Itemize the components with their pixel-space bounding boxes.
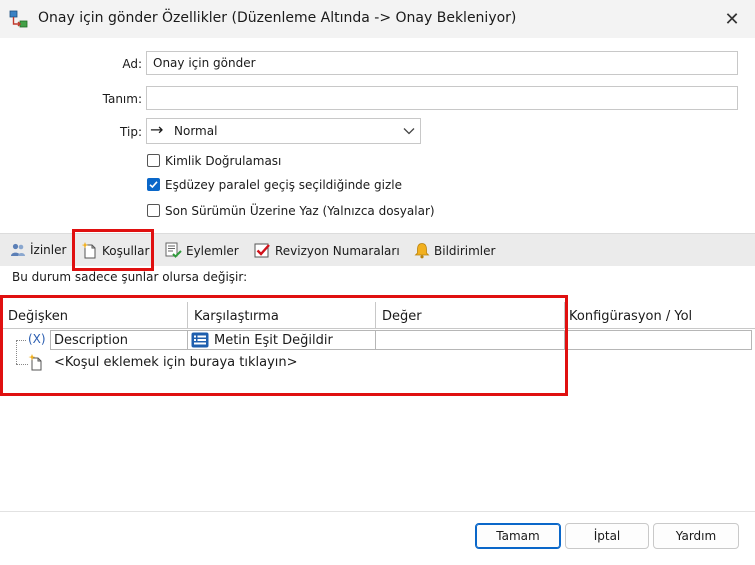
authentication-checkbox[interactable] [147,154,160,167]
ok-button[interactable]: Tamam [475,523,561,549]
name-value: Onay için gönder [153,56,256,70]
hide-parallel-checkbox[interactable] [147,178,160,191]
type-select[interactable]: → Normal [146,118,421,144]
tab-notifications-label: Bildirimler [434,243,496,258]
tab-permissions[interactable]: İzinler [10,242,66,258]
red-check-icon [254,243,270,258]
tab-actions[interactable]: Eylemler [165,242,239,259]
chevron-down-icon [403,128,415,135]
checklist-icon [165,242,182,258]
description-field[interactable] [146,86,738,110]
checkmark-icon [149,181,158,189]
tab-actions-label: Eylemler [186,243,239,258]
condition-config-cell[interactable] [564,330,752,350]
description-label: Tanım: [102,92,142,106]
authentication-label: Kimlik Doğrulaması [165,154,282,168]
tab-highlight-box [72,229,154,271]
conditions-highlight-box [0,295,568,396]
window-title: Onay için gönder Özellikler (Düzenleme A… [38,10,517,26]
bell-icon [414,243,430,259]
type-value: Normal [174,124,218,138]
workflow-icon [9,10,28,28]
tab-revision-numbers[interactable]: Revizyon Numaraları [254,242,400,259]
tab-notifications[interactable]: Bildirimler [414,242,495,259]
tab-revision-numbers-label: Revizyon Numaraları [275,243,400,258]
column-configuration-path[interactable]: Konfigürasyon / Yol [569,309,692,324]
footer-divider [0,511,755,512]
help-button[interactable]: Yardım [653,523,739,549]
hide-parallel-label: Eşdüzey paralel geçiş seçildiğinde gizle [165,178,402,192]
name-field[interactable]: Onay için gönder [146,51,738,75]
name-label: Ad: [122,57,142,71]
overwrite-checkbox[interactable] [147,204,160,217]
tab-permissions-label: İzinler [30,243,67,257]
close-button[interactable]: ✕ [716,4,748,34]
type-label: Tip: [120,125,142,139]
arrow-right-icon: → [150,120,164,139]
users-icon [11,243,25,256]
conditions-intro: Bu durum sadece şunlar olursa değişir: [12,270,248,284]
close-icon: ✕ [724,8,740,30]
overwrite-label: Son Sürümün Üzerine Yaz (Yalnızca dosyal… [165,204,435,218]
cancel-button[interactable]: İptal [565,523,649,549]
